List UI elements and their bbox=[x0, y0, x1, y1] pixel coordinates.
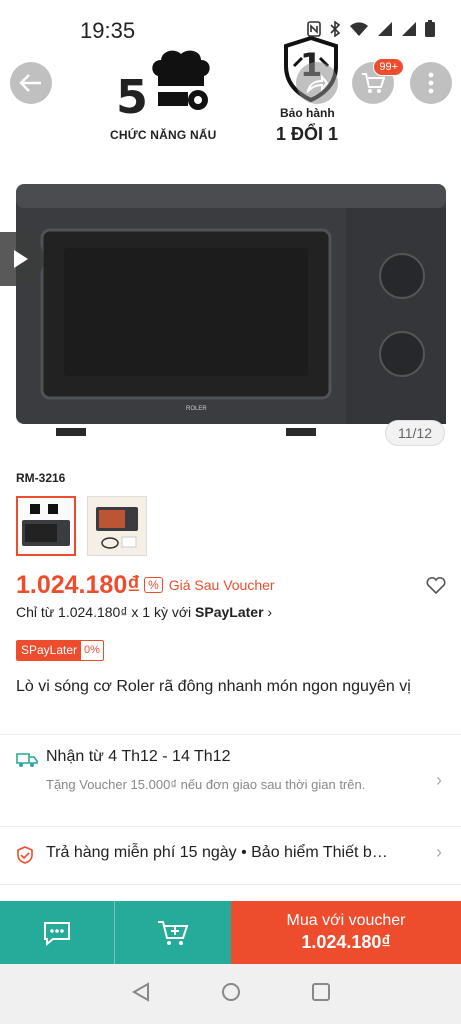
chevron-right-icon: › bbox=[267, 604, 273, 620]
variant-thumbnail-2[interactable] bbox=[87, 496, 147, 556]
status-icons bbox=[307, 19, 435, 42]
image-counter: 11/12 bbox=[385, 420, 445, 446]
installment-link[interactable]: Chỉ từ 1.024.180₫ x 1 kỳ với SPayLater › bbox=[16, 604, 272, 620]
nfc-icon bbox=[307, 20, 321, 42]
arrow-left-icon bbox=[19, 74, 41, 92]
wifi-icon bbox=[349, 21, 369, 42]
variant-thumbnails bbox=[16, 496, 147, 556]
more-vertical-icon bbox=[428, 72, 434, 94]
spaylater-badge-rate: 0% bbox=[84, 644, 100, 656]
cooking-functions-number: 5 bbox=[116, 70, 149, 124]
variant-thumbnail-1[interactable] bbox=[16, 496, 76, 556]
add-to-cart-button[interactable] bbox=[115, 901, 231, 964]
status-bar: 19:35 bbox=[0, 0, 461, 60]
circle-home-icon bbox=[221, 982, 240, 1001]
favorite-button[interactable] bbox=[426, 576, 446, 599]
thumbnail-image bbox=[22, 504, 70, 546]
installment-text: Chỉ từ 1.024.180₫ x 1 kỳ với bbox=[16, 604, 196, 620]
chat-button[interactable] bbox=[0, 901, 115, 964]
product-price: 1.024.180₫ bbox=[16, 570, 141, 599]
back-button[interactable] bbox=[10, 62, 52, 104]
return-policy-text: Trả hàng miễn phí 15 ngày • Bảo hiểm Thi… bbox=[46, 844, 388, 861]
product-image-gallery[interactable]: 5 CHỨC NĂNG NẤU 1 Bảo hành 1 ĐỔI 1 bbox=[0, 0, 461, 455]
buy-button-label: Mua với voucher bbox=[286, 912, 406, 929]
system-navigation-bar bbox=[0, 964, 461, 1024]
spaylater-badge: SPayLater 0% bbox=[16, 640, 104, 661]
nav-recents-button[interactable] bbox=[311, 982, 331, 1007]
spaylater-badge-label: SPayLater bbox=[17, 641, 82, 660]
share-button[interactable] bbox=[296, 62, 338, 104]
buy-button-price: 1.024.180₫ bbox=[301, 932, 391, 952]
share-icon bbox=[306, 74, 328, 93]
installment-brand: SPayLater bbox=[195, 604, 264, 620]
cooking-functions-label: CHỨC NĂNG NẤU bbox=[110, 128, 217, 142]
bottom-action-bar: Mua với voucher 1.024.180₫ bbox=[0, 901, 461, 964]
shipping-info-row[interactable]: Nhận từ 4 Th12 - 14 Th12 Tặng Voucher 15… bbox=[16, 748, 446, 818]
battery-icon bbox=[425, 20, 435, 42]
buy-with-voucher-button[interactable]: Mua với voucher 1.024.180₫ bbox=[231, 901, 461, 964]
thumbnail-image bbox=[88, 497, 146, 555]
divider bbox=[0, 884, 461, 885]
warranty-main: 1 ĐỔI 1 bbox=[276, 124, 339, 144]
cart-count-badge: 99+ bbox=[373, 58, 404, 76]
chat-icon bbox=[44, 921, 70, 946]
triangle-back-icon bbox=[131, 981, 149, 1002]
bluetooth-icon bbox=[329, 19, 341, 42]
warranty-sub: Bảo hành bbox=[280, 106, 335, 120]
cart-button[interactable]: 99+ bbox=[352, 58, 404, 104]
nav-back-button[interactable] bbox=[131, 981, 151, 1007]
chevron-right-icon: › bbox=[436, 770, 442, 790]
shipping-date: Nhận từ 4 Th12 - 14 Th12 bbox=[46, 748, 231, 765]
return-policy-row[interactable]: Trả hàng miễn phí 15 ngày • Bảo hiểm Thi… bbox=[16, 842, 446, 872]
price-after-voucher-label: Giá Sau Voucher bbox=[168, 577, 275, 593]
delivery-truck-icon bbox=[16, 753, 38, 767]
chevron-right-icon: › bbox=[436, 842, 442, 862]
play-icon bbox=[14, 250, 28, 268]
microwave-product-image: ROLER bbox=[16, 184, 446, 436]
add-to-cart-icon bbox=[158, 920, 189, 945]
brand-logo: ROLER bbox=[186, 406, 207, 412]
status-time: 19:35 bbox=[80, 18, 136, 43]
signal-icon bbox=[377, 21, 393, 42]
product-title: Lò vi sóng cơ Roler rã đông nhanh món ng… bbox=[16, 678, 411, 695]
signal-icon-2 bbox=[401, 21, 417, 42]
nav-home-button[interactable] bbox=[221, 982, 241, 1007]
square-recents-icon bbox=[311, 982, 330, 1001]
voucher-ticket-icon: % bbox=[144, 577, 163, 593]
heart-icon bbox=[426, 576, 446, 595]
price-row: 1.024.180₫ % Giá Sau Voucher bbox=[16, 568, 446, 602]
divider bbox=[0, 734, 461, 735]
variant-name: RM-3216 bbox=[16, 471, 66, 485]
divider bbox=[0, 826, 461, 827]
shipping-voucher-note: Tặng Voucher 15.000₫ nếu đơn giao sau th… bbox=[46, 777, 366, 792]
more-options-button[interactable] bbox=[410, 62, 452, 104]
shield-check-icon bbox=[17, 846, 33, 864]
